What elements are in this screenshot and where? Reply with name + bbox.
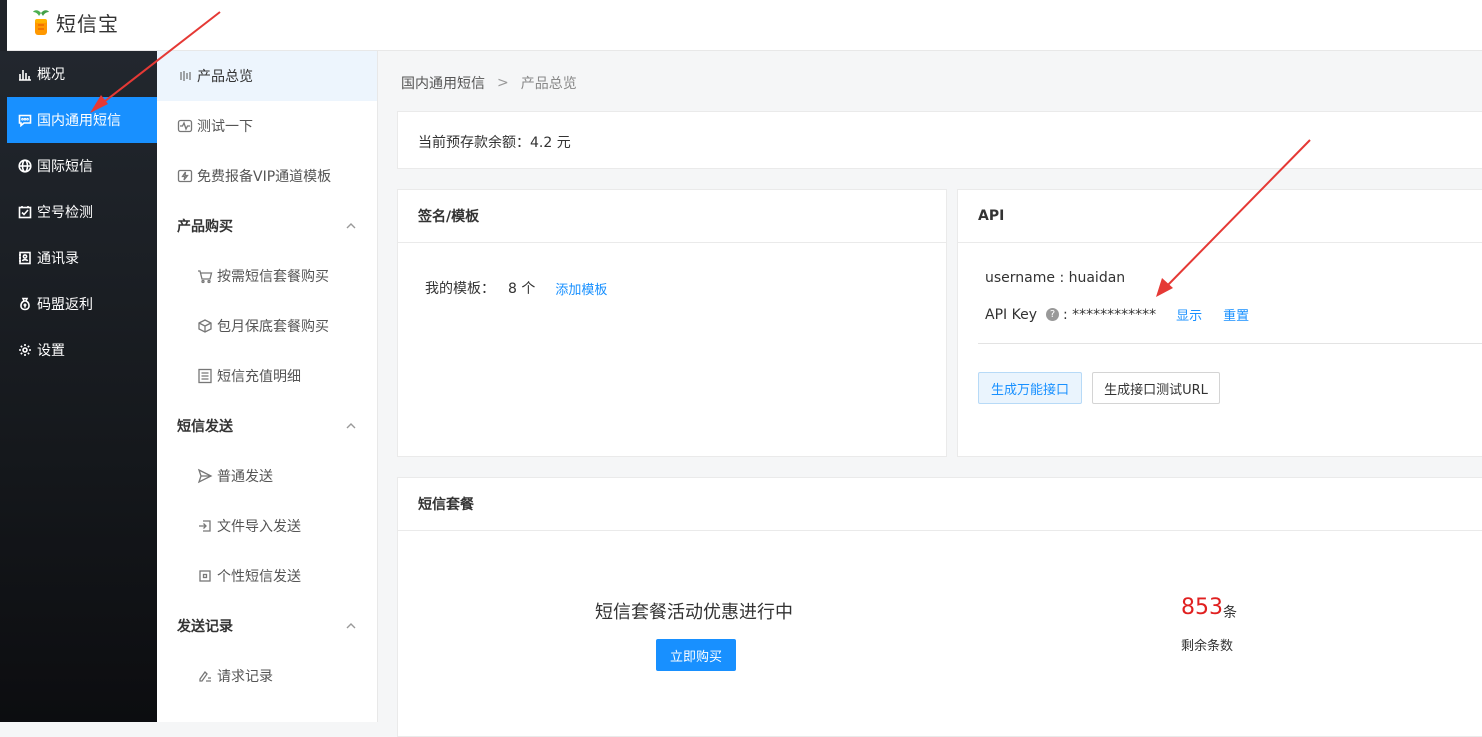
balance-text: 当前预存款余额：4.2 元 <box>418 135 571 151</box>
breadcrumb-current: 产品总览 <box>520 76 577 92</box>
card-title: 签名/模板 <box>398 190 946 243</box>
api-key-value: : ************ <box>1062 306 1157 323</box>
subnav-group-records[interactable]: 发送记录 <box>157 601 377 651</box>
cart-icon <box>198 270 213 284</box>
sidebar-item-label: 设置 <box>37 343 65 359</box>
generate-api-button[interactable]: 生成万能接口 <box>978 372 1082 404</box>
chevron-up-icon <box>346 423 356 429</box>
carrot-logo-icon <box>33 9 49 35</box>
remaining-unit: 条 <box>1223 605 1237 621</box>
sidebar-item-label: 码盟返利 <box>37 297 93 313</box>
show-key-link[interactable]: 显示 <box>1176 305 1202 324</box>
subnav-item-vip-template[interactable]: 免费报备VIP通道模板 <box>157 151 377 201</box>
card-title: API <box>958 190 1482 243</box>
logo[interactable]: 短信宝 <box>30 8 119 37</box>
remaining-count: 853 <box>1181 595 1223 620</box>
reset-key-link[interactable]: 重置 <box>1223 305 1249 324</box>
sidebar-item-settings[interactable]: 设置 <box>0 327 157 373</box>
subnav-item-test[interactable]: 测试一下 <box>157 101 377 151</box>
sidebar-item-label: 概况 <box>37 67 65 83</box>
subnav-item-overview[interactable]: 产品总览 <box>157 51 377 101</box>
sidebar-item-rebate[interactable]: 码盟返利 <box>0 281 157 327</box>
app-name: 短信宝 <box>56 12 119 36</box>
help-icon[interactable]: ? <box>1045 308 1059 321</box>
top-left-strip <box>0 0 7 51</box>
sidebar-item-label: 通讯录 <box>37 251 79 267</box>
add-template-link[interactable]: 添加模板 <box>555 279 607 298</box>
subnav-item-label: 文件导入发送 <box>217 519 301 535</box>
pulse-icon <box>177 119 193 133</box>
my-template-row: 我的模板： 8 个 添加模板 <box>425 278 607 298</box>
subnav-group-label: 短信发送 <box>177 419 233 435</box>
lightning-card-icon <box>177 169 193 183</box>
subnav-item-monthly-purchase[interactable]: 包月保底套餐购买 <box>157 301 377 351</box>
sidebar-item-label: 国际短信 <box>37 159 93 175</box>
signature-template-card: 签名/模板 我的模板： 8 个 添加模板 <box>397 189 947 457</box>
bars-vertical-icon <box>180 71 191 81</box>
subnav-item-label: 普通发送 <box>217 469 273 485</box>
sidebar-item-domestic-sms[interactable]: 国内通用短信 <box>7 97 157 143</box>
subnav-item-label: 包月保底套餐购买 <box>217 319 329 335</box>
sub-navigation: 产品总览 测试一下 免费报备VIP通道模板 产品购买 按需短信套餐购买 包月保底… <box>157 51 378 722</box>
breadcrumb-separator: > <box>497 75 509 91</box>
box-icon <box>198 319 212 333</box>
list-icon <box>198 368 212 384</box>
api-card: API username : huaidan API Key ? : *****… <box>957 189 1482 457</box>
sidebar-item-label: 国内通用短信 <box>37 113 121 129</box>
subnav-group-label: 发送记录 <box>177 619 233 635</box>
api-key-label: API Key <box>985 306 1037 323</box>
sidebar-item-contacts[interactable]: 通讯录 <box>0 235 157 281</box>
money-bag-icon <box>20 297 30 311</box>
bar-chart-icon <box>19 70 31 81</box>
subnav-item-personal-send[interactable]: 个性短信发送 <box>157 551 377 601</box>
divider <box>978 343 1482 344</box>
subnav-group-purchase[interactable]: 产品购买 <box>157 201 377 251</box>
sidebar-item-international-sms[interactable]: 国际短信 <box>0 143 157 189</box>
promo-text: 短信套餐活动优惠进行中 <box>595 602 793 623</box>
message-icon <box>18 114 32 127</box>
api-key-row: API Key ? : ************ 显示 重置 <box>985 305 1249 325</box>
subnav-item-label: 短信充值明细 <box>217 369 301 385</box>
subnav-item-label: 请求记录 <box>217 669 273 685</box>
sidebar-item-empty-number-check[interactable]: 空号检测 <box>0 189 157 235</box>
balance-card: 当前预存款余额：4.2 元 <box>397 111 1482 169</box>
sidebar-item-overview[interactable]: 概况 <box>0 51 157 97</box>
main-content: 国内通用短信 > 产品总览 当前预存款余额：4.2 元 签名/模板 我的模板： … <box>378 51 1482 737</box>
breadcrumb: 国内通用短信 > 产品总览 <box>401 73 577 93</box>
generate-test-url-button[interactable]: 生成接口测试URL <box>1092 372 1220 404</box>
subnav-item-normal-send[interactable]: 普通发送 <box>157 451 377 501</box>
square-dot-icon <box>199 570 211 582</box>
subnav-item-recharge-detail[interactable]: 短信充值明细 <box>157 351 377 401</box>
card-title: 短信套餐 <box>398 478 1482 531</box>
send-icon <box>197 468 213 484</box>
subnav-item-label: 按需短信套餐购买 <box>217 269 329 285</box>
chevron-up-icon <box>346 223 356 229</box>
sidebar-item-label: 空号检测 <box>37 205 93 221</box>
username-text: username : huaidan <box>985 270 1126 286</box>
import-icon <box>199 520 211 532</box>
subnav-item-label: 产品总览 <box>197 69 253 85</box>
gear-icon <box>19 344 31 356</box>
globe-icon <box>18 159 32 173</box>
remaining-label: 剩余条数 <box>1181 639 1234 654</box>
breadcrumb-parent[interactable]: 国内通用短信 <box>401 73 485 93</box>
subnav-item-request-records[interactable]: 请求记录 <box>157 651 377 701</box>
pen-lines-icon <box>199 670 211 682</box>
subnav-item-on-demand-purchase[interactable]: 按需短信套餐购买 <box>157 251 377 301</box>
subnav-item-file-import-send[interactable]: 文件导入发送 <box>157 501 377 551</box>
contacts-icon <box>19 251 31 265</box>
top-bar: 短信宝 <box>0 0 1482 51</box>
subnav-group-send[interactable]: 短信发送 <box>157 401 377 451</box>
sms-package-card: 短信套餐 短信套餐活动优惠进行中 立即购买 853 条 剩余条数 <box>397 477 1482 737</box>
subnav-group-label: 产品购买 <box>177 219 233 235</box>
subnav-item-label: 测试一下 <box>197 119 253 135</box>
chevron-up-icon <box>346 623 356 629</box>
subnav-item-label: 免费报备VIP通道模板 <box>197 169 332 185</box>
subnav-item-label: 个性短信发送 <box>217 569 301 585</box>
buy-now-button[interactable]: 立即购买 <box>656 639 736 671</box>
template-count: 8 个 <box>508 281 536 297</box>
check-square-icon <box>18 206 32 219</box>
sidebar: 概况 国内通用短信 国际短信 空号检测 通讯录 码盟返利 设置 <box>0 51 157 722</box>
my-template-label: 我的模板： <box>425 281 495 297</box>
